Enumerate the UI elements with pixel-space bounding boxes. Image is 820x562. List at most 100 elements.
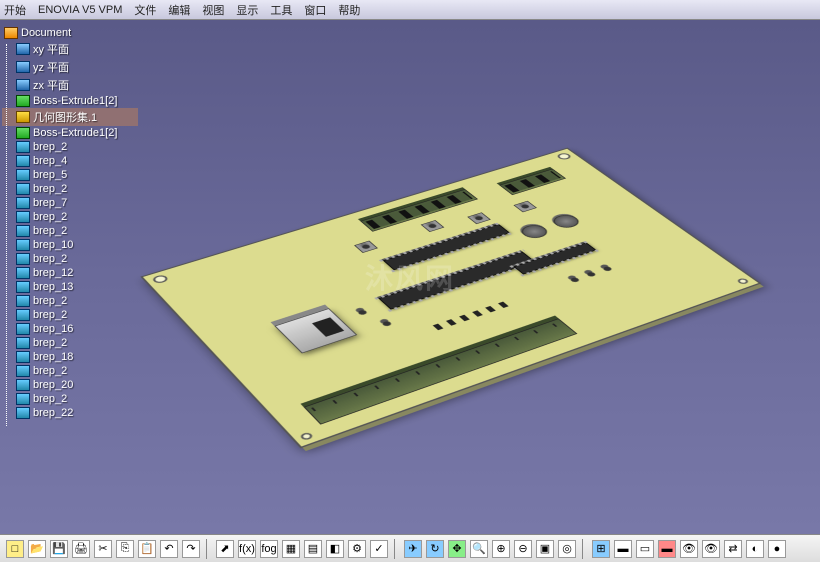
tree-line [6,44,7,426]
part-icon [16,197,30,209]
show-button[interactable]: 👁 [702,540,720,558]
tree-item-label: Boss-Extrude1[2] [33,95,117,107]
capacitor [602,266,613,272]
tree-item[interactable]: brep_13 [2,280,138,294]
tree-item[interactable]: brep_7 [2,196,138,210]
menu-item[interactable]: ENOVIA V5 VPM [38,4,122,16]
plane-icon [16,79,30,91]
tree-item-label: brep_2 [33,337,67,349]
tree-item-label: brep_2 [33,365,67,377]
geom-icon [16,111,30,123]
tree-item[interactable]: brep_2 [2,308,138,322]
fly-button[interactable]: ✈ [404,540,422,558]
knowledge-button[interactable]: ◧ [326,540,344,558]
component [498,302,509,308]
render2-button[interactable]: ▭ [636,540,654,558]
open-button[interactable]: 📂 [28,540,46,558]
pan-button[interactable]: ✥ [448,540,466,558]
normal-view-button[interactable]: ◎ [558,540,576,558]
render1-button[interactable]: ▬ [614,540,632,558]
menu-item[interactable]: 帮助 [338,2,360,18]
material-button[interactable]: ● [768,540,786,558]
3d-viewport[interactable]: Document xy 平面yz 平面zx 平面Boss-Extrude1[2]… [0,20,820,534]
tree-item[interactable]: brep_2 [2,392,138,406]
menu-item[interactable]: 编辑 [168,2,190,18]
part-icon [16,323,30,335]
hide-button[interactable]: 👁 [680,540,698,558]
tree-item[interactable]: zx 平面 [2,76,138,94]
relations-button[interactable]: ⚙ [348,540,366,558]
cut-button[interactable]: ✂ [94,540,112,558]
shading-button[interactable]: ◐ [746,540,764,558]
menu-item[interactable]: 文件 [134,2,156,18]
part-icon [16,211,30,223]
terminal-block-top [360,189,478,232]
tree-item-label: brep_2 [33,225,67,237]
tactile-button [354,241,378,253]
spec-tree: Document xy 平面yz 平面zx 平面Boss-Extrude1[2]… [0,20,140,426]
tree-item-label: brep_12 [33,267,73,279]
tree-item[interactable]: brep_12 [2,266,138,280]
rule-button[interactable]: fog [260,540,278,558]
swap-button[interactable]: ⇄ [724,540,742,558]
tree-item[interactable]: brep_2 [2,140,138,154]
tree-item[interactable]: brep_2 [2,224,138,238]
tree-item[interactable]: brep_4 [2,154,138,168]
tree-item[interactable]: brep_2 [2,364,138,378]
design-table-button[interactable]: ▦ [282,540,300,558]
pointer-button[interactable]: ⬈ [216,540,234,558]
tree-item[interactable]: brep_18 [2,350,138,364]
usb-connector [274,308,357,353]
tree-item[interactable]: xy 平面 [2,40,138,58]
fit-button[interactable]: ▣ [536,540,554,558]
views-button[interactable]: ⊞ [592,540,610,558]
tree-item[interactable]: brep_2 [2,252,138,266]
tree-item[interactable]: yz 平面 [2,58,138,76]
tree-item[interactable]: Boss-Extrude1[2] [2,126,138,140]
law-button[interactable]: ▤ [304,540,322,558]
tree-item[interactable]: brep_20 [2,378,138,392]
redo-button[interactable]: ↷ [182,540,200,558]
tree-item[interactable]: brep_2 [2,294,138,308]
rotate-button[interactable]: ↻ [426,540,444,558]
tree-item[interactable]: brep_16 [2,322,138,336]
menu-item[interactable]: 窗口 [304,2,326,18]
render3-button[interactable]: ▬ [658,540,676,558]
zoom-in-button[interactable]: ⊕ [492,540,510,558]
tree-item-label: brep_7 [33,197,67,209]
tree-item[interactable]: brep_2 [2,182,138,196]
check-button[interactable]: ✓ [370,540,388,558]
tree-item-label: brep_2 [33,393,67,405]
tree-item-label: xy 平面 [33,41,69,57]
fx-button[interactable]: f(x) [238,540,256,558]
menu-item[interactable]: 工具 [270,2,292,18]
zoom-button[interactable]: 🔍 [470,540,488,558]
part-icon [16,365,30,377]
main-area: Document xy 平面yz 平面zx 平面Boss-Extrude1[2]… [0,20,820,534]
tree-item[interactable]: 几何图形集.1 [2,108,138,126]
component [433,324,444,331]
tree-item[interactable]: brep_10 [2,238,138,252]
tree-item[interactable]: brep_2 [2,336,138,350]
tree-item[interactable]: brep_22 [2,406,138,420]
menu-item[interactable]: 显示 [236,2,258,18]
part-icon [16,183,30,195]
pcb-model[interactable] [160,90,760,490]
new-button[interactable]: □ [6,540,24,558]
tree-item[interactable]: Boss-Extrude1[2] [2,94,138,108]
copy-button[interactable]: ⎘ [116,540,134,558]
print-button[interactable]: 🖨 [72,540,90,558]
tree-item[interactable]: brep_2 [2,210,138,224]
tree-item-label: brep_10 [33,239,73,251]
menu-item[interactable]: 视图 [202,2,224,18]
tree-root[interactable]: Document [2,26,138,40]
part-icon [16,225,30,237]
menu-item[interactable]: 开始 [4,2,26,18]
save-button[interactable]: 💾 [50,540,68,558]
paste-button[interactable]: 📋 [138,540,156,558]
toolbar-separator [206,539,210,559]
part-icon [16,379,30,391]
zoom-out-button[interactable]: ⊖ [514,540,532,558]
undo-button[interactable]: ↶ [160,540,178,558]
tree-item[interactable]: brep_5 [2,168,138,182]
